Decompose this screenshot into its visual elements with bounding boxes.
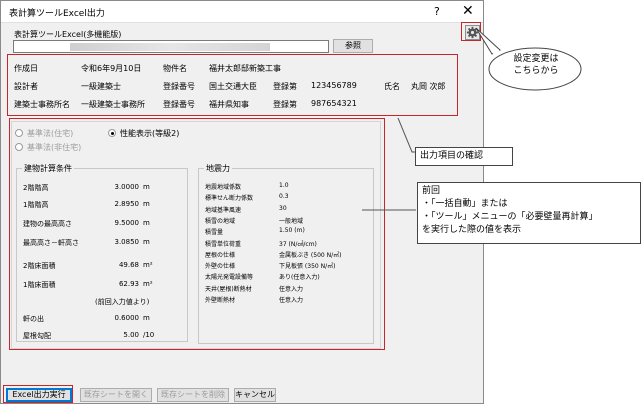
blurred-path [70,43,270,51]
cancel-button[interactable]: キャンセル [234,388,276,402]
open-sheet-button[interactable]: 既存シートを開く [80,388,152,402]
previous-values-callout: 前回 ・「一括自動」または ・「ツール」メニューの「必要壁量再計算」 を実行した… [417,182,641,244]
settings-callout-text: 設定変更は こちらから [513,54,559,76]
info-highlight [7,54,458,116]
previous-values-leader [362,209,416,211]
file-label: 表計算ツールExcel(多機能版) [14,30,122,39]
file-path-input[interactable] [13,40,329,53]
help-button[interactable]: ? [434,5,440,18]
title-bar: 表計算ツールExcel出力 ? ✕ [1,1,483,23]
delete-sheet-button[interactable]: 既存シートを削除 [157,388,229,402]
window-title: 表計算ツールExcel出力 [9,9,105,19]
close-button[interactable]: ✕ [462,3,474,19]
output-items-callout: 出力項目の確認 [415,147,513,166]
export-highlight [3,385,73,403]
browse-button[interactable]: 参照 [333,39,373,53]
panel-highlight [9,118,385,350]
